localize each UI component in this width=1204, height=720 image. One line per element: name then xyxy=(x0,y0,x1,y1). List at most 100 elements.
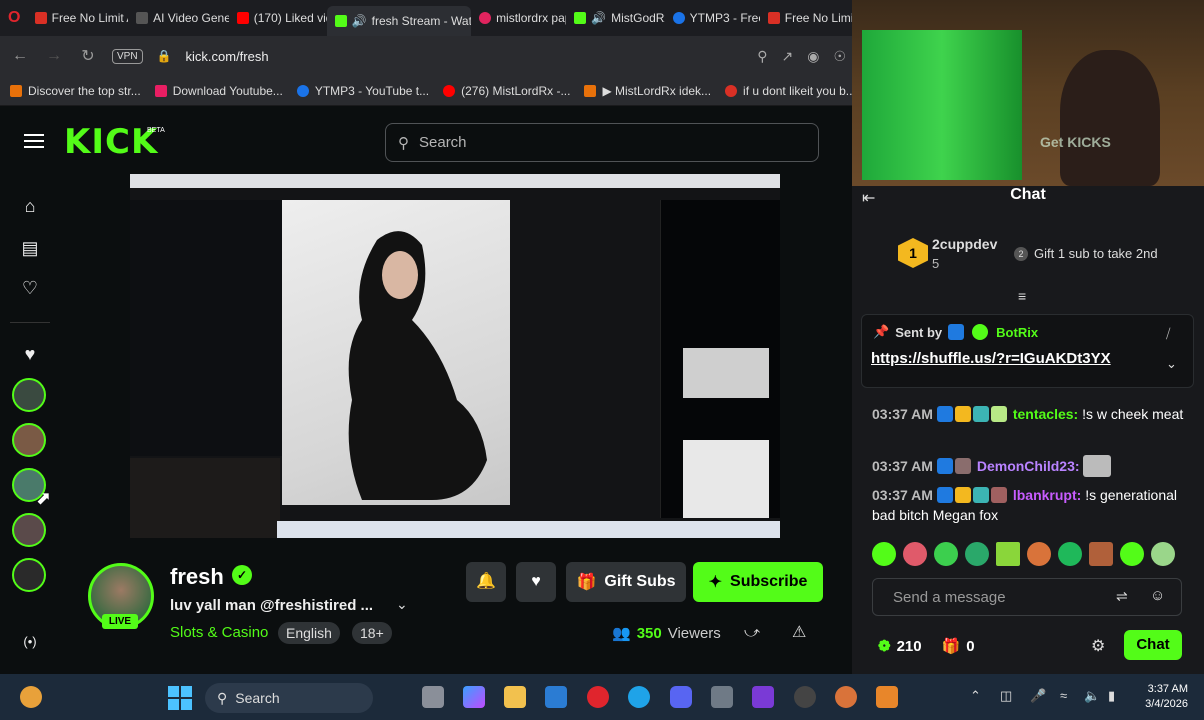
tab-favicon-icon xyxy=(574,12,587,24)
share-icon[interactable]: ⤻ xyxy=(744,624,760,641)
pinned-link[interactable]: https://shuffle.us/?r=IGuAKDt3YX xyxy=(871,350,1111,367)
emote-icon[interactable] xyxy=(934,542,958,566)
microphone-icon[interactable]: 🎤 xyxy=(1030,688,1046,704)
followed-channel-avatar[interactable] xyxy=(12,378,46,412)
bookmark-favicon-icon xyxy=(10,84,22,97)
battery-icon[interactable]: ▮ xyxy=(1108,688,1115,704)
emote-icon[interactable] xyxy=(1151,542,1175,566)
copilot-icon[interactable] xyxy=(463,686,485,708)
browser-tab[interactable]: (170) Liked vid xyxy=(229,0,327,36)
emote-icon[interactable] xyxy=(1058,542,1082,566)
chat-send-button[interactable]: Chat xyxy=(1124,630,1182,660)
gift-box-icon: 🎁 xyxy=(941,638,961,655)
back-icon[interactable]: ← xyxy=(10,47,30,65)
opera-icon[interactable] xyxy=(587,686,609,708)
followed-channel-avatar[interactable] xyxy=(12,558,46,592)
browser-tab-active[interactable]: 🔊fresh Stream - Watch xyxy=(326,6,472,36)
channel-points[interactable]: ❁ 210 🎁 0 xyxy=(878,637,975,656)
bookmark-item[interactable]: Download Youtube... xyxy=(154,84,283,98)
chevron-down-icon[interactable]: ⌄ xyxy=(396,596,408,613)
browser-tab[interactable]: Free No Limit A xyxy=(27,0,128,36)
taskbar-clock[interactable]: 3:37 AM 3/4/2026 xyxy=(1134,682,1188,712)
home-icon[interactable]: ⌂ xyxy=(20,196,40,216)
translate-icon[interactable]: ⇌ xyxy=(1116,588,1128,605)
tag-mature[interactable]: 18+ xyxy=(352,622,392,644)
chat-settings-gear-icon[interactable]: ⚙ xyxy=(1091,636,1105,656)
volume-icon[interactable]: 🔈 xyxy=(1084,688,1100,704)
followed-channel-avatar[interactable] xyxy=(12,513,46,547)
report-warning-icon[interactable]: ⚠ xyxy=(792,622,806,642)
weather-icon[interactable] xyxy=(20,686,42,708)
app-icon[interactable] xyxy=(876,686,898,708)
taskbar-search[interactable]: ⚲ Search xyxy=(205,683,373,713)
lock-icon[interactable]: 🔒 xyxy=(157,49,172,63)
discord-icon[interactable] xyxy=(670,686,692,708)
emoji-icon[interactable]: ☺ xyxy=(1150,587,1165,604)
browser-tab[interactable]: YTMP3 - Free xyxy=(665,0,760,36)
emote-icon[interactable] xyxy=(1027,542,1051,566)
menu-icon[interactable] xyxy=(24,134,44,148)
edge-icon[interactable] xyxy=(628,686,650,708)
get-kicks-button[interactable]: Get KICKS xyxy=(1040,134,1111,150)
kick-logo[interactable]: KICK xyxy=(64,122,158,162)
expand-leaderboard-icon[interactable]: ≡ xyxy=(1018,288,1026,304)
leaderboard-user[interactable]: 2cuppdev xyxy=(932,236,997,252)
channel-name[interactable]: fresh xyxy=(170,564,224,590)
browse-icon[interactable]: ▤ xyxy=(20,238,40,258)
forward-icon[interactable]: → xyxy=(44,47,64,65)
shield-icon[interactable]: ☉ xyxy=(833,48,846,65)
outlook-icon[interactable] xyxy=(545,686,567,708)
broadcast-icon[interactable]: (•) xyxy=(20,634,40,654)
browser-tab[interactable]: AI Video Gener xyxy=(128,0,229,36)
clipchamp-icon[interactable] xyxy=(752,686,774,708)
bookmark-item[interactable]: ▶ MistLordRx idek... xyxy=(584,84,711,98)
share-icon[interactable]: ↗ xyxy=(781,48,793,65)
emote-icon[interactable] xyxy=(996,542,1020,566)
heart-icon[interactable]: ♥ xyxy=(20,344,40,364)
tag-language[interactable]: English xyxy=(278,622,340,644)
unpin-icon[interactable]: ⧸ xyxy=(1166,326,1170,342)
tab-favicon-icon xyxy=(236,12,249,24)
webcam-person xyxy=(1060,50,1160,186)
browser-tab[interactable]: mistlordrx pap xyxy=(471,0,566,36)
notification-bell-button[interactable]: 🔔 xyxy=(466,562,506,602)
search-icon[interactable]: ⚲ xyxy=(757,48,767,65)
gift-subs-button[interactable]: 🎁 Gift Subs xyxy=(566,562,686,602)
emote-icon[interactable] xyxy=(872,542,896,566)
follow-heart-button[interactable]: ♥ xyxy=(516,562,556,602)
category-link[interactable]: Slots & Casino xyxy=(170,624,268,641)
browser-tab[interactable]: 🔊 MistGodRx xyxy=(566,0,665,36)
task-view-icon[interactable] xyxy=(422,686,444,708)
emote-icon[interactable] xyxy=(965,542,989,566)
chat-message-input[interactable]: Send a message xyxy=(872,578,1182,616)
bookmark-item[interactable]: Discover the top str... xyxy=(10,84,141,98)
subscribe-button[interactable]: ✦ Subscribe xyxy=(693,562,823,602)
chevron-down-icon[interactable]: ⌄ xyxy=(1166,356,1177,372)
bookmark-item[interactable]: if u dont likeit you b... xyxy=(725,84,856,98)
bookmark-item[interactable]: YTMP3 - YouTube t... xyxy=(296,84,429,98)
search-input[interactable]: ⚲ Search xyxy=(385,123,819,162)
following-heart-icon[interactable]: ♡ xyxy=(20,278,40,298)
file-explorer-icon[interactable] xyxy=(504,686,526,708)
followed-channel-avatar[interactable] xyxy=(12,423,46,457)
app-icon[interactable] xyxy=(835,686,857,708)
camera-icon[interactable]: ◉ xyxy=(807,48,819,65)
system-tray-icon[interactable]: ◫ xyxy=(1000,688,1012,704)
emote-icon[interactable] xyxy=(1089,542,1113,566)
windows-start-icon[interactable] xyxy=(168,686,192,710)
camera-app-icon[interactable] xyxy=(711,686,733,708)
url-field[interactable]: kick.com/fresh xyxy=(186,49,269,64)
wifi-icon[interactable]: ≈ xyxy=(1060,688,1067,703)
moderator-badge-icon xyxy=(948,324,965,340)
vpn-badge[interactable]: VPN xyxy=(112,48,143,64)
obs-icon[interactable] xyxy=(794,686,816,708)
chevron-up-icon[interactable]: ⌃ xyxy=(970,688,981,704)
gift-sub-prompt[interactable]: 2 Gift 1 sub to take 2nd xyxy=(1014,246,1158,261)
emote-icon[interactable] xyxy=(1120,542,1144,566)
browser-tab[interactable]: Free No Limit xyxy=(760,0,852,36)
mouse-cursor-icon: ⬈ xyxy=(36,488,52,508)
opera-logo[interactable]: O xyxy=(0,0,27,36)
emote-icon[interactable] xyxy=(903,542,927,566)
bookmark-item[interactable]: (276) MistLordRx -... xyxy=(443,84,570,98)
reload-icon[interactable]: ↻ xyxy=(78,46,98,66)
